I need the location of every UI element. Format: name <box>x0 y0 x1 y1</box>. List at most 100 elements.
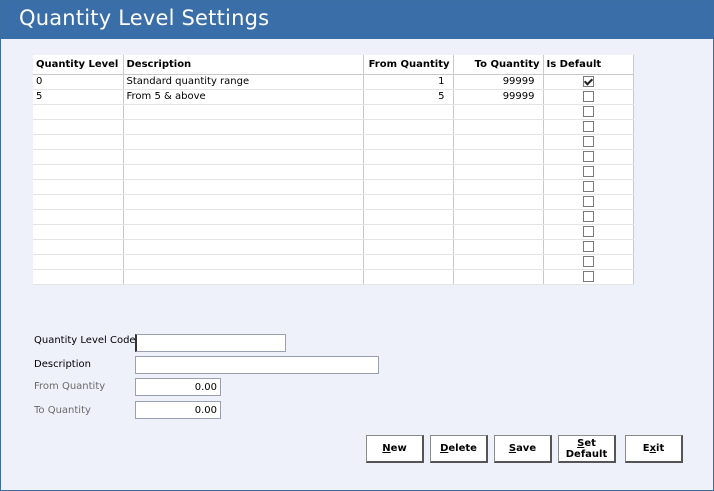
cell-quantity-level[interactable] <box>33 149 124 165</box>
cell-from-quantity[interactable] <box>363 224 454 240</box>
is-default-checkbox[interactable] <box>582 150 594 162</box>
table-row[interactable] <box>33 269 634 285</box>
is-default-checkbox[interactable] <box>582 255 594 267</box>
cell-quantity-level[interactable] <box>33 119 124 135</box>
table-row[interactable] <box>33 149 634 165</box>
cell-description[interactable] <box>123 269 364 285</box>
cell-quantity-level[interactable]: 5 <box>33 89 124 105</box>
table-row[interactable]: 0 Standard quantity range 1 99999 <box>33 74 634 90</box>
cell-to-quantity[interactable] <box>453 149 544 165</box>
table-row[interactable] <box>33 134 634 150</box>
cell-to-quantity[interactable] <box>453 119 544 135</box>
is-default-checkbox[interactable] <box>582 225 594 237</box>
is-default-checkbox[interactable] <box>582 75 594 87</box>
is-default-checkbox[interactable] <box>582 240 594 252</box>
cell-to-quantity[interactable] <box>453 224 544 240</box>
cell-to-quantity[interactable] <box>453 209 544 225</box>
is-default-checkbox[interactable] <box>582 270 594 282</box>
cell-to-quantity[interactable] <box>453 104 544 120</box>
table-row[interactable] <box>33 254 634 270</box>
new-button[interactable]: New <box>366 435 424 463</box>
cell-to-quantity[interactable] <box>453 179 544 195</box>
cell-from-quantity[interactable] <box>363 254 454 270</box>
cell-from-quantity[interactable] <box>363 119 454 135</box>
cell-to-quantity[interactable] <box>453 164 544 180</box>
cell-description[interactable] <box>123 224 364 240</box>
column-header-description[interactable]: Description <box>123 55 364 75</box>
cell-description[interactable] <box>123 104 364 120</box>
cell-quantity-level[interactable] <box>33 179 124 195</box>
cell-from-quantity[interactable] <box>363 104 454 120</box>
cell-description[interactable] <box>123 239 364 255</box>
cell-description[interactable] <box>123 179 364 195</box>
cell-quantity-level[interactable]: 0 <box>33 74 124 90</box>
table-row[interactable] <box>33 179 634 195</box>
quantity-level-code-input[interactable] <box>135 334 286 352</box>
cell-quantity-level[interactable] <box>33 254 124 270</box>
from-quantity-input[interactable] <box>135 378 221 396</box>
is-default-checkbox[interactable] <box>582 90 594 102</box>
cell-to-quantity[interactable]: 99999 <box>453 89 544 105</box>
table-row[interactable] <box>33 224 634 240</box>
delete-button[interactable]: Delete <box>430 435 488 463</box>
cell-quantity-level[interactable] <box>33 224 124 240</box>
column-header-from-quantity[interactable]: From Quantity <box>363 55 454 75</box>
is-default-checkbox[interactable] <box>582 105 594 117</box>
cell-description[interactable] <box>123 254 364 270</box>
table-row[interactable] <box>33 194 634 210</box>
is-default-checkbox[interactable] <box>582 195 594 207</box>
cell-from-quantity[interactable] <box>363 209 454 225</box>
cell-to-quantity[interactable]: 99999 <box>453 74 544 90</box>
cell-from-quantity[interactable] <box>363 164 454 180</box>
column-header-to-quantity[interactable]: To Quantity <box>453 55 544 75</box>
cell-description[interactable] <box>123 209 364 225</box>
cell-to-quantity[interactable] <box>453 254 544 270</box>
exit-button[interactable]: Exit <box>625 435 683 463</box>
cell-quantity-level[interactable] <box>33 134 124 150</box>
cell-description[interactable]: Standard quantity range <box>123 74 364 90</box>
cell-from-quantity[interactable] <box>363 239 454 255</box>
cell-to-quantity[interactable] <box>453 269 544 285</box>
cell-quantity-level[interactable] <box>33 239 124 255</box>
cell-quantity-level[interactable] <box>33 209 124 225</box>
cell-quantity-level[interactable] <box>33 164 124 180</box>
is-default-checkbox[interactable] <box>582 120 594 132</box>
cell-is-default <box>543 254 634 270</box>
is-default-checkbox[interactable] <box>582 210 594 222</box>
cell-from-quantity[interactable] <box>363 194 454 210</box>
is-default-checkbox[interactable] <box>582 165 594 177</box>
cell-quantity-level[interactable] <box>33 104 124 120</box>
to-quantity-input[interactable] <box>135 401 221 419</box>
column-header-quantity-level[interactable]: Quantity Level <box>33 55 124 75</box>
cell-from-quantity[interactable] <box>363 269 454 285</box>
from-quantity-label: From Quantity <box>34 381 106 392</box>
table-row[interactable] <box>33 209 634 225</box>
cell-quantity-level[interactable] <box>33 269 124 285</box>
description-input[interactable] <box>135 356 379 374</box>
cell-from-quantity[interactable] <box>363 134 454 150</box>
table-row[interactable] <box>33 239 634 255</box>
cell-quantity-level[interactable] <box>33 194 124 210</box>
cell-from-quantity[interactable] <box>363 179 454 195</box>
table-row[interactable]: 5 From 5 & above 5 99999 <box>33 89 634 105</box>
cell-description[interactable] <box>123 194 364 210</box>
cell-from-quantity[interactable]: 5 <box>363 89 454 105</box>
column-header-is-default[interactable]: Is Default <box>543 55 634 75</box>
cell-description[interactable]: From 5 & above <box>123 89 364 105</box>
is-default-checkbox[interactable] <box>582 180 594 192</box>
cell-to-quantity[interactable] <box>453 134 544 150</box>
is-default-checkbox[interactable] <box>582 135 594 147</box>
table-row[interactable] <box>33 104 634 120</box>
table-row[interactable] <box>33 164 634 180</box>
cell-description[interactable] <box>123 134 364 150</box>
cell-description[interactable] <box>123 149 364 165</box>
cell-from-quantity[interactable] <box>363 149 454 165</box>
cell-from-quantity[interactable]: 1 <box>363 74 454 90</box>
cell-description[interactable] <box>123 164 364 180</box>
cell-description[interactable] <box>123 119 364 135</box>
cell-to-quantity[interactable] <box>453 194 544 210</box>
table-row[interactable] <box>33 119 634 135</box>
set-default-button[interactable]: Set Default <box>558 435 616 463</box>
cell-to-quantity[interactable] <box>453 239 544 255</box>
save-button[interactable]: Save <box>494 435 552 463</box>
